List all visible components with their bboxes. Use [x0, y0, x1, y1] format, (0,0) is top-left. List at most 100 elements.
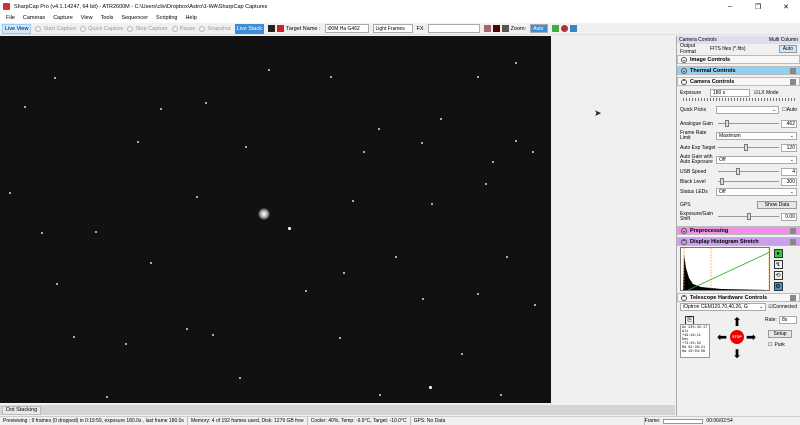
setup-button[interactable]: Setup: [768, 330, 792, 338]
telescope-section[interactable]: ⌃ Telescope Hardware Controls: [677, 293, 800, 302]
multi-column-toggle[interactable]: Multi Column: [769, 37, 798, 43]
exposure-gain-shift-slider[interactable]: [718, 213, 779, 221]
chevron-down-icon: ⌄: [789, 157, 794, 163]
title-bar: SharpCap Pro (v4.1.14247, 64 bit) - ATR2…: [0, 0, 800, 13]
analogue-gain-slider[interactable]: [718, 120, 779, 128]
restore-icon[interactable]: ❐: [744, 0, 772, 13]
auto-gain-label: Auto Gain with Auto Exposure: [680, 154, 713, 165]
black-level-slider[interactable]: [718, 178, 779, 186]
star: [379, 394, 381, 396]
mouse-cursor-icon: ➤: [594, 108, 602, 118]
zoom-select[interactable]: Auto: [530, 24, 549, 33]
menu-tools[interactable]: Tools: [101, 15, 114, 21]
menu-help[interactable]: Help: [185, 15, 196, 21]
target-icon[interactable]: [561, 25, 569, 32]
histogram-section[interactable]: ⌃ Display Histogram Stretch: [677, 237, 800, 246]
menu-scripting[interactable]: Scripting: [156, 15, 177, 21]
live-view-button[interactable]: Live View: [2, 23, 32, 34]
menu-cameras[interactable]: Cameras: [23, 15, 45, 21]
color-swatch-icon[interactable]: [267, 25, 275, 32]
settings-icon[interactable]: ⚙: [773, 282, 783, 291]
star: [73, 336, 75, 338]
pause-label: Pause: [179, 25, 196, 32]
arrow-right-icon[interactable]: ➡: [746, 331, 756, 343]
dot-stacking-tab[interactable]: Dot Stacking: [2, 405, 42, 415]
frame-rate-label: Frame Rate Limit: [680, 130, 707, 141]
live-stack-label: Live Stack: [236, 25, 262, 32]
focus-tool-icon[interactable]: [492, 25, 500, 32]
black-level-value[interactable]: 300: [781, 178, 797, 186]
auto-exp-target-value[interactable]: 120: [781, 144, 797, 152]
quick-picks-select[interactable]: ⌄: [716, 106, 780, 114]
image-controls-section[interactable]: ⌄ Image Controls: [677, 55, 800, 64]
menu-file[interactable]: File: [6, 15, 15, 21]
output-auto-button[interactable]: Auto: [778, 44, 797, 53]
live-image[interactable]: [0, 36, 551, 403]
star: [95, 231, 97, 233]
live-stack-button[interactable]: Live Stack: [234, 23, 264, 34]
analogue-gain-label: Analogue Gain: [680, 120, 714, 127]
camera-controls-section[interactable]: ⌃ Camera Controls: [677, 77, 800, 86]
frame-time: 00:06/02:54: [706, 418, 733, 424]
chevron-down-icon: ⌄: [681, 227, 687, 234]
usb-speed-slider[interactable]: [718, 168, 779, 176]
menu-capture[interactable]: Capture: [53, 15, 73, 21]
lightning-icon[interactable]: ↯: [773, 260, 783, 269]
mount-select[interactable]: iOptron CEM120,70,40,26, G ⌄: [680, 303, 767, 311]
rate-select[interactable]: 8x: [778, 316, 797, 324]
stop-capture-button[interactable]: Stop Capture: [127, 25, 168, 32]
minimize-icon[interactable]: –: [716, 0, 744, 13]
star: [205, 102, 207, 104]
reset-icon[interactable]: ⟲: [773, 271, 783, 280]
star: [431, 203, 433, 205]
tools-icon[interactable]: [570, 25, 578, 32]
star: [515, 140, 517, 142]
analogue-gain-value[interactable]: 462: [781, 120, 797, 128]
auto-stretch-icon[interactable]: ●: [773, 249, 783, 258]
arrow-left-icon[interactable]: ⬅: [717, 331, 727, 343]
snapshot-button[interactable]: Snapshot: [199, 25, 231, 32]
grip-icon: [790, 238, 796, 245]
frame-type-select[interactable]: Light Frames: [372, 24, 413, 33]
stop-button[interactable]: STOP: [730, 330, 744, 344]
grid-icon[interactable]: [501, 25, 509, 32]
star: [125, 343, 127, 345]
exposure-gain-shift-value[interactable]: 0.00: [781, 213, 797, 221]
pause-button[interactable]: Pause: [171, 25, 196, 32]
preprocessing-section[interactable]: ⌄ Preprocessing: [677, 226, 800, 235]
exposure-field[interactable]: 180 s: [710, 89, 750, 97]
arrow-down-icon[interactable]: ⬇: [732, 348, 742, 360]
thermal-controls-section[interactable]: ⌄ Thermal Controls: [677, 66, 800, 75]
histogram-tool-icon[interactable]: [483, 25, 491, 32]
exposure-row: Exposure 180 s ☑ LX Mode: [677, 88, 800, 98]
output-format-value[interactable]: FITS files (*.fits): [710, 46, 779, 52]
start-capture-button[interactable]: Start Capture: [35, 25, 77, 32]
status-leds-select[interactable]: Off ⌄: [716, 188, 797, 196]
auto-exp-target-slider[interactable]: [718, 144, 779, 152]
menu-view[interactable]: View: [81, 15, 93, 21]
output-format-label: Output Format: [680, 42, 696, 55]
histogram-chart[interactable]: [680, 247, 770, 291]
image-controls-title: Image Controls: [690, 56, 731, 63]
exposure-slider[interactable]: [683, 98, 797, 101]
rate-row: Rate: 8x: [765, 316, 797, 324]
gps-row: GPS Show Data: [677, 200, 800, 210]
telescope-title: Telescope Hardware Controls: [690, 294, 768, 301]
chart-icon[interactable]: [552, 25, 560, 32]
star: [106, 396, 108, 398]
target-name-field[interactable]: i00M Ha G462: [324, 24, 369, 33]
star: [239, 377, 241, 379]
park-checkbox[interactable]: ☐: [768, 342, 772, 348]
show-data-button[interactable]: Show Data: [757, 201, 797, 209]
lightning-icon: [80, 25, 87, 32]
fx-select[interactable]: [427, 24, 480, 33]
usb-speed-value[interactable]: 4: [781, 168, 797, 176]
quick-capture-button[interactable]: Quick Capture: [80, 25, 123, 32]
start-capture-label: Start Capture: [43, 25, 77, 32]
frame-rate-select[interactable]: Maximum ⌄: [716, 132, 797, 140]
auto-gain-select[interactable]: Off ⌄: [716, 156, 797, 164]
arrow-up-icon[interactable]: ⬆: [732, 316, 742, 328]
reticle-icon[interactable]: [276, 25, 284, 32]
menu-sequencer[interactable]: Sequencer: [121, 15, 148, 21]
close-icon[interactable]: ✕: [772, 0, 800, 13]
